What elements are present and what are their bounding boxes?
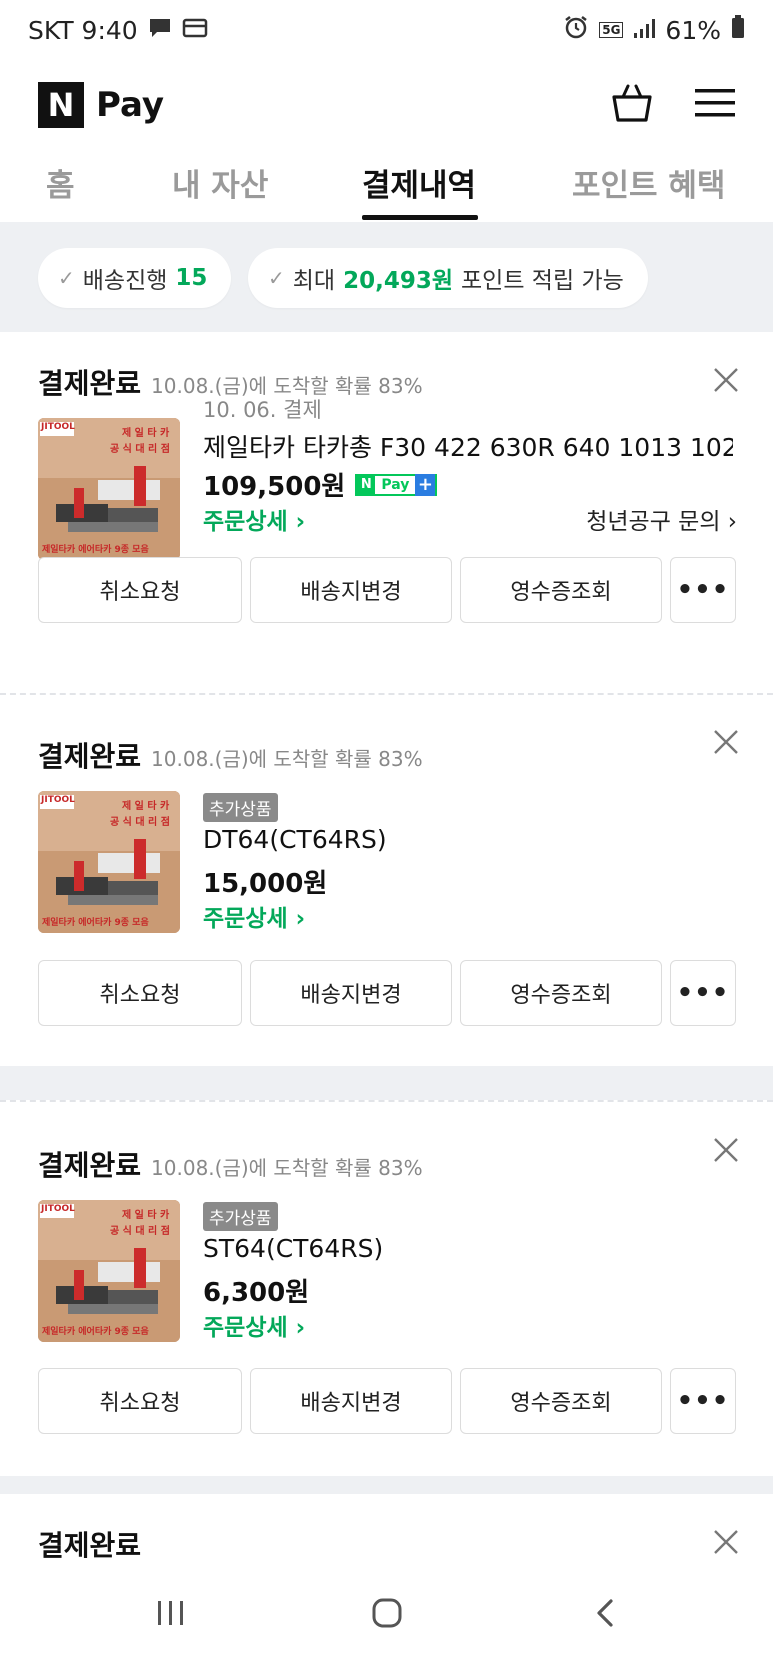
order-detail-link[interactable]: 주문상세 › (203, 906, 305, 932)
delivery-estimate: 10.08.(금)에 도착할 확률 83% (151, 1156, 423, 1180)
close-icon[interactable] (712, 366, 740, 394)
app-header: N Pay (0, 70, 773, 140)
active-tab-indicator (362, 215, 478, 220)
close-icon[interactable] (712, 1528, 740, 1556)
cancel-request-button[interactable]: 취소요청 (38, 557, 242, 623)
product-thumbnail[interactable]: JITOOL 제 일 타 카 공 식 대 리 점 제일타카 에어타카 9종 모음 (38, 791, 180, 933)
add-on-tag: 추가상품 (203, 1202, 278, 1231)
order-detail-link[interactable]: 주문상세 › (203, 1315, 305, 1341)
points-prefix: 최대 (292, 268, 336, 294)
points-chip[interactable]: ✓ 최대 20,493원 포인트 적립 가능 (248, 248, 648, 308)
product-name[interactable]: 제일타카 타카총 F30 422 630R 640 1013 102... (203, 428, 733, 464)
thumb-bottom-text: 제일타카 에어타카 9종 모음 (42, 1327, 149, 1337)
change-address-button[interactable]: 배송지변경 (250, 1368, 452, 1434)
npay-n: N (357, 475, 376, 494)
thumb-line1: 제 일 타 카 (122, 1210, 170, 1221)
product-thumbnail[interactable]: JITOOL 제 일 타 카 공 식 대 리 점 제일타카 에어타카 9종 모음 (38, 418, 180, 560)
change-address-button[interactable]: 배송지변경 (250, 557, 452, 623)
order-status: 결제완료 (38, 1149, 142, 1182)
home-icon[interactable] (362, 1590, 412, 1636)
section-gap (0, 1476, 773, 1494)
order-card: 결제완료 10.08.(금)에 도착할 확률 83% JITOOL 제 일 타 … (0, 1102, 773, 1474)
battery-icon (731, 15, 745, 45)
thumb-brand: JITOOL (41, 1204, 75, 1214)
npay-pay: Pay (381, 476, 410, 493)
pay-logo-text[interactable]: Pay (96, 85, 164, 125)
product-name[interactable]: ST64(CT64RS) (203, 1234, 383, 1263)
tab-my-assets[interactable]: 내 자산 (172, 160, 268, 205)
back-icon[interactable] (580, 1590, 630, 1636)
shipping-progress-chip[interactable]: ✓ 배송진행 15 (38, 248, 232, 308)
product-price: 109,500원 (203, 472, 346, 502)
thumb-bottom-text: 제일타카 에어타카 9종 모음 (42, 918, 149, 928)
order-card: 결제완료 10.08.(금)에 도착할 확률 83% JITOOL 제 일 타 … (0, 695, 773, 1065)
payment-date: 10. 06. 결제 (203, 398, 322, 422)
thumb-line1: 제 일 타 카 (122, 801, 170, 812)
more-options-button[interactable]: ••• (670, 960, 736, 1026)
add-on-tag: 추가상품 (203, 793, 278, 822)
tab-payment-history[interactable]: 결제내역 (362, 160, 476, 205)
order-status: 결제완료 (38, 367, 142, 400)
product-price: 15,000원 (203, 869, 328, 899)
battery-percent: 61% (665, 15, 721, 45)
carrier-time: SKT 9:40 (28, 15, 138, 45)
status-bar: SKT 9:40 5G 61% (0, 0, 773, 60)
order-card: 결제완료 (0, 1494, 773, 1568)
shipping-label: 배송진행 (82, 268, 168, 294)
receipt-button[interactable]: 영수증조회 (460, 557, 662, 623)
order-status: 결제완료 (38, 1529, 142, 1562)
wallet-icon (182, 16, 208, 45)
change-address-button[interactable]: 배송지변경 (250, 960, 452, 1026)
message-icon (148, 16, 172, 45)
npay-plus-badge: N Pay + (355, 473, 438, 496)
order-card: 결제완료 10.08.(금)에 도착할 확률 83% JITOOL 제 일 타 … (0, 332, 773, 694)
section-gap (0, 1066, 773, 1100)
tab-point-benefits[interactable]: 포인트 혜택 (572, 160, 725, 205)
more-options-button[interactable]: ••• (670, 557, 736, 623)
thumb-line1: 제 일 타 카 (122, 428, 170, 439)
system-navigation-bar (0, 1568, 773, 1658)
close-icon[interactable] (712, 728, 740, 756)
product-price: 6,300원 (203, 1278, 310, 1308)
tab-home[interactable]: 홈 (46, 160, 75, 205)
cancel-request-button[interactable]: 취소요청 (38, 960, 242, 1026)
network-5g-icon: 5G (599, 22, 624, 38)
menu-icon[interactable] (695, 87, 735, 123)
thumb-brand: JITOOL (41, 422, 75, 432)
more-options-button[interactable]: ••• (670, 1368, 736, 1434)
points-amount: 20,493원 (343, 268, 454, 294)
tab-bar: 홈 내 자산 결제내역 포인트 혜택 (0, 150, 773, 222)
npay-plus: + (415, 473, 436, 496)
cancel-request-button[interactable]: 취소요청 (38, 1368, 242, 1434)
delivery-estimate: 10.08.(금)에 도착할 확률 83% (151, 747, 423, 771)
seller-inquiry-link[interactable]: 청년공구 문의 › (586, 502, 737, 536)
naver-logo[interactable]: N (38, 82, 84, 128)
alarm-icon (563, 14, 589, 46)
close-icon[interactable] (712, 1136, 740, 1164)
product-name[interactable]: DT64(CT64RS) (203, 825, 387, 854)
shipping-count: 15 (175, 265, 208, 291)
receipt-button[interactable]: 영수증조회 (460, 960, 662, 1026)
order-status: 결제완료 (38, 740, 142, 773)
points-suffix: 포인트 적립 가능 (461, 268, 624, 294)
recent-apps-icon[interactable] (146, 1590, 196, 1636)
product-thumbnail[interactable]: JITOOL 제 일 타 카 공 식 대 리 점 제일타카 에어타카 9종 모음 (38, 1200, 180, 1342)
order-detail-link[interactable]: 주문상세 › (203, 509, 305, 535)
thumb-line2: 공 식 대 리 점 (110, 817, 170, 828)
receipt-button[interactable]: 영수증조회 (460, 1368, 662, 1434)
signal-icon (633, 16, 656, 45)
shopping-basket-icon[interactable] (611, 83, 653, 127)
thumb-brand: JITOOL (41, 795, 75, 805)
thumb-line2: 공 식 대 리 점 (110, 444, 170, 455)
check-icon: ✓ (268, 266, 285, 290)
check-icon: ✓ (58, 266, 75, 290)
thumb-line2: 공 식 대 리 점 (110, 1226, 170, 1237)
thumb-bottom-text: 제일타카 에어타카 9종 모음 (42, 545, 149, 555)
